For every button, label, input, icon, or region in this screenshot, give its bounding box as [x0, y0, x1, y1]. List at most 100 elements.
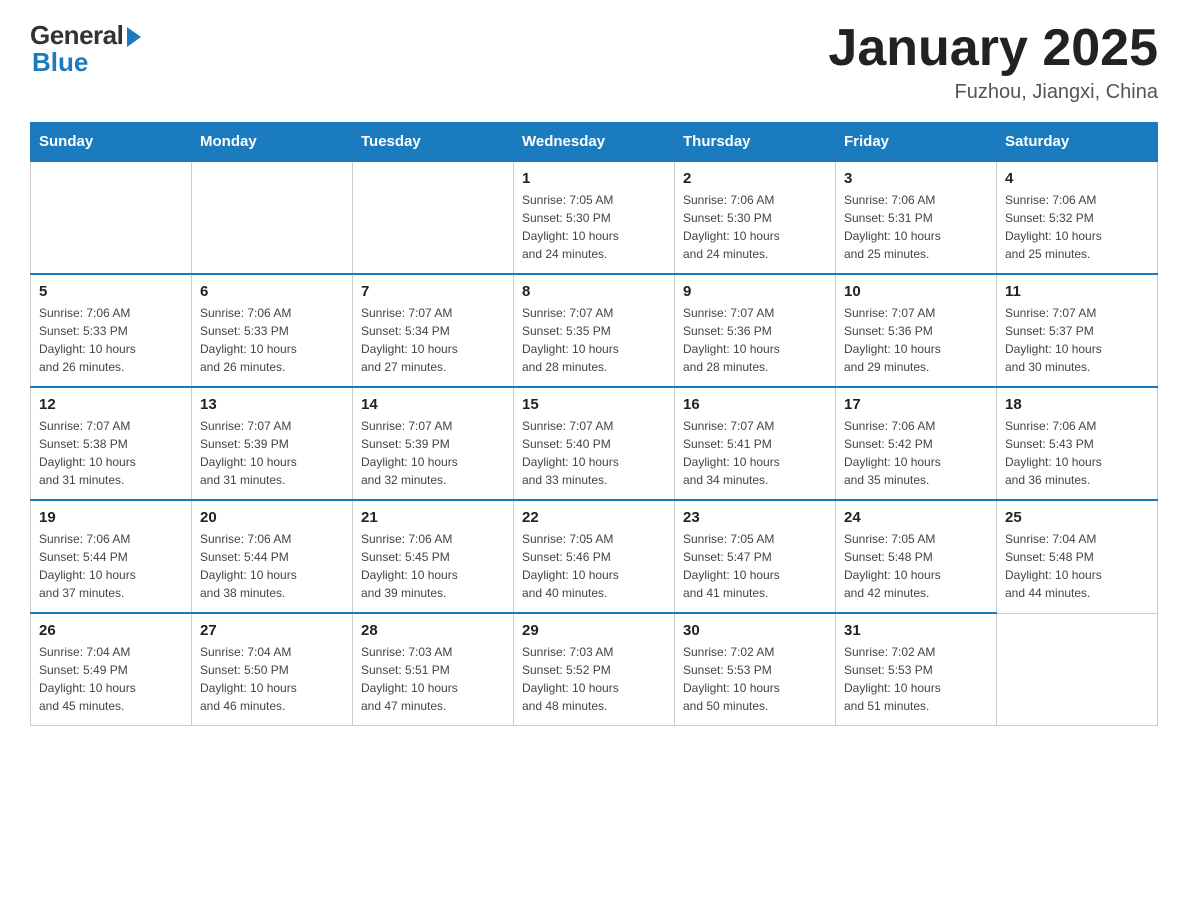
day-number: 3	[844, 170, 988, 187]
day-info: Sunrise: 7:02 AM Sunset: 5:53 PM Dayligh…	[844, 643, 988, 715]
calendar-cell: 8 Sunrise: 7:07 AM Sunset: 5:35 PM Daylig…	[514, 274, 675, 387]
calendar-cell: 24 Sunrise: 7:05 AM Sunset: 5:48 PM Dayli…	[836, 500, 997, 613]
calendar-cell: 22 Sunrise: 7:05 AM Sunset: 5:46 PM Dayli…	[514, 500, 675, 613]
calendar-cell: 18Sunrise: 7:06 AM Sunset: 5:43 PM Dayli…	[997, 387, 1158, 500]
calendar-cell: 6Sunrise: 7:06 AM Sunset: 5:33 PM Daylig…	[192, 274, 353, 387]
column-header-sunday: Sunday	[31, 123, 192, 162]
calendar-cell: 25 Sunrise: 7:04 AM Sunset: 5:48 PM Dayli…	[997, 500, 1158, 613]
calendar-cell: 3 Sunrise: 7:06 AM Sunset: 5:31 PM Daylig…	[836, 161, 997, 274]
calendar-cell: 5 Sunrise: 7:06 AM Sunset: 5:33 PM Daylig…	[31, 274, 192, 387]
calendar-table: SundayMondayTuesdayWednesdayThursdayFrid…	[30, 122, 1158, 726]
calendar-cell: 11 Sunrise: 7:07 AM Sunset: 5:37 PM Dayli…	[997, 274, 1158, 387]
day-number: 30	[683, 622, 827, 639]
day-number: 16	[683, 396, 827, 413]
calendar-cell: 30 Sunrise: 7:02 AM Sunset: 5:53 PM Dayli…	[675, 613, 836, 726]
day-number: 4	[1005, 170, 1149, 187]
column-header-monday: Monday	[192, 123, 353, 162]
page-header: General Blue January 2025 Fuzhou, Jiangx…	[30, 20, 1158, 104]
day-info: Sunrise: 7:06 AM Sunset: 5:45 PM Dayligh…	[361, 530, 505, 602]
calendar-cell: 23Sunrise: 7:05 AM Sunset: 5:47 PM Dayli…	[675, 500, 836, 613]
calendar-cell: 10Sunrise: 7:07 AM Sunset: 5:36 PM Dayli…	[836, 274, 997, 387]
calendar-cell: 19Sunrise: 7:06 AM Sunset: 5:44 PM Dayli…	[31, 500, 192, 613]
calendar-cell: 1 Sunrise: 7:05 AM Sunset: 5:30 PM Daylig…	[514, 161, 675, 274]
calendar-cell: 20 Sunrise: 7:06 AM Sunset: 5:44 PM Dayli…	[192, 500, 353, 613]
day-info: Sunrise: 7:03 AM Sunset: 5:52 PM Dayligh…	[522, 643, 666, 715]
day-number: 25	[1005, 509, 1149, 526]
day-info: Sunrise: 7:03 AM Sunset: 5:51 PM Dayligh…	[361, 643, 505, 715]
day-info: Sunrise: 7:04 AM Sunset: 5:49 PM Dayligh…	[39, 643, 183, 715]
day-info: Sunrise: 7:06 AM Sunset: 5:30 PM Dayligh…	[683, 191, 827, 263]
day-number: 1	[522, 170, 666, 187]
day-number: 2	[683, 170, 827, 187]
column-header-thursday: Thursday	[675, 123, 836, 162]
day-info: Sunrise: 7:07 AM Sunset: 5:39 PM Dayligh…	[361, 417, 505, 489]
column-header-wednesday: Wednesday	[514, 123, 675, 162]
calendar-cell: 16 Sunrise: 7:07 AM Sunset: 5:41 PM Dayli…	[675, 387, 836, 500]
calendar-cell	[192, 161, 353, 274]
logo-arrow-icon	[127, 27, 141, 47]
day-number: 22	[522, 509, 666, 526]
column-header-friday: Friday	[836, 123, 997, 162]
calendar-cell: 27 Sunrise: 7:04 AM Sunset: 5:50 PM Dayli…	[192, 613, 353, 726]
logo-blue-text: Blue	[32, 47, 88, 78]
title-section: January 2025 Fuzhou, Jiangxi, China	[828, 20, 1158, 104]
day-number: 14	[361, 396, 505, 413]
calendar-week-row: 1 Sunrise: 7:05 AM Sunset: 5:30 PM Daylig…	[31, 161, 1158, 274]
day-number: 7	[361, 283, 505, 300]
day-number: 28	[361, 622, 505, 639]
day-info: Sunrise: 7:05 AM Sunset: 5:48 PM Dayligh…	[844, 530, 988, 602]
day-info: Sunrise: 7:07 AM Sunset: 5:40 PM Dayligh…	[522, 417, 666, 489]
day-number: 12	[39, 396, 183, 413]
day-info: Sunrise: 7:05 AM Sunset: 5:46 PM Dayligh…	[522, 530, 666, 602]
calendar-cell: 17 Sunrise: 7:06 AM Sunset: 5:42 PM Dayli…	[836, 387, 997, 500]
day-info: Sunrise: 7:06 AM Sunset: 5:31 PM Dayligh…	[844, 191, 988, 263]
calendar-header-row: SundayMondayTuesdayWednesdayThursdayFrid…	[31, 123, 1158, 162]
day-number: 17	[844, 396, 988, 413]
day-number: 11	[1005, 283, 1149, 300]
calendar-cell: 15 Sunrise: 7:07 AM Sunset: 5:40 PM Dayli…	[514, 387, 675, 500]
day-number: 13	[200, 396, 344, 413]
column-header-saturday: Saturday	[997, 123, 1158, 162]
calendar-cell	[353, 161, 514, 274]
calendar-cell	[997, 613, 1158, 726]
day-number: 6	[200, 283, 344, 300]
calendar-cell: 14 Sunrise: 7:07 AM Sunset: 5:39 PM Dayli…	[353, 387, 514, 500]
day-info: Sunrise: 7:06 AM Sunset: 5:44 PM Dayligh…	[39, 530, 183, 602]
day-info: Sunrise: 7:07 AM Sunset: 5:37 PM Dayligh…	[1005, 304, 1149, 376]
day-info: Sunrise: 7:06 AM Sunset: 5:42 PM Dayligh…	[844, 417, 988, 489]
calendar-cell: 26 Sunrise: 7:04 AM Sunset: 5:49 PM Dayli…	[31, 613, 192, 726]
day-info: Sunrise: 7:06 AM Sunset: 5:44 PM Dayligh…	[200, 530, 344, 602]
calendar-cell: 31Sunrise: 7:02 AM Sunset: 5:53 PM Dayli…	[836, 613, 997, 726]
calendar-cell	[31, 161, 192, 274]
calendar-cell: 29Sunrise: 7:03 AM Sunset: 5:52 PM Dayli…	[514, 613, 675, 726]
day-info: Sunrise: 7:06 AM Sunset: 5:33 PM Dayligh…	[39, 304, 183, 376]
day-info: Sunrise: 7:05 AM Sunset: 5:30 PM Dayligh…	[522, 191, 666, 263]
calendar-cell: 7 Sunrise: 7:07 AM Sunset: 5:34 PM Daylig…	[353, 274, 514, 387]
calendar-cell: 13Sunrise: 7:07 AM Sunset: 5:39 PM Dayli…	[192, 387, 353, 500]
day-number: 20	[200, 509, 344, 526]
day-info: Sunrise: 7:07 AM Sunset: 5:34 PM Dayligh…	[361, 304, 505, 376]
day-info: Sunrise: 7:04 AM Sunset: 5:50 PM Dayligh…	[200, 643, 344, 715]
day-info: Sunrise: 7:07 AM Sunset: 5:41 PM Dayligh…	[683, 417, 827, 489]
day-number: 15	[522, 396, 666, 413]
day-info: Sunrise: 7:06 AM Sunset: 5:32 PM Dayligh…	[1005, 191, 1149, 263]
day-info: Sunrise: 7:02 AM Sunset: 5:53 PM Dayligh…	[683, 643, 827, 715]
day-info: Sunrise: 7:07 AM Sunset: 5:38 PM Dayligh…	[39, 417, 183, 489]
calendar-week-row: 5 Sunrise: 7:06 AM Sunset: 5:33 PM Daylig…	[31, 274, 1158, 387]
day-number: 18	[1005, 396, 1149, 413]
day-number: 26	[39, 622, 183, 639]
calendar-cell: 4 Sunrise: 7:06 AM Sunset: 5:32 PM Daylig…	[997, 161, 1158, 274]
day-number: 27	[200, 622, 344, 639]
day-number: 8	[522, 283, 666, 300]
day-number: 9	[683, 283, 827, 300]
day-number: 10	[844, 283, 988, 300]
day-info: Sunrise: 7:05 AM Sunset: 5:47 PM Dayligh…	[683, 530, 827, 602]
calendar-cell: 28 Sunrise: 7:03 AM Sunset: 5:51 PM Dayli…	[353, 613, 514, 726]
day-number: 24	[844, 509, 988, 526]
day-info: Sunrise: 7:04 AM Sunset: 5:48 PM Dayligh…	[1005, 530, 1149, 602]
day-info: Sunrise: 7:07 AM Sunset: 5:35 PM Dayligh…	[522, 304, 666, 376]
calendar-week-row: 26 Sunrise: 7:04 AM Sunset: 5:49 PM Dayli…	[31, 613, 1158, 726]
day-number: 5	[39, 283, 183, 300]
logo: General Blue	[30, 20, 141, 78]
calendar-cell: 2 Sunrise: 7:06 AM Sunset: 5:30 PM Daylig…	[675, 161, 836, 274]
